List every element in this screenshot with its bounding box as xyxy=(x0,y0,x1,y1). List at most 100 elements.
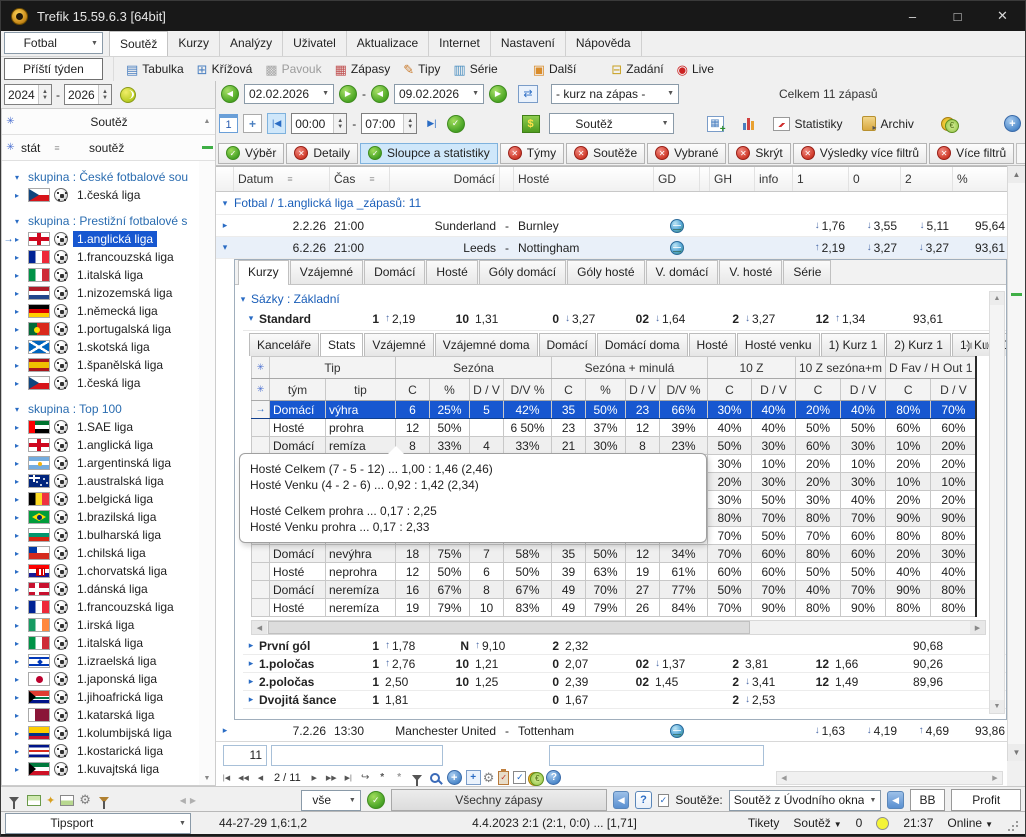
competition-scrollbar[interactable]: ▼ xyxy=(199,161,215,785)
scroll-right-icon[interactable]: ▶ xyxy=(988,772,1002,784)
sidebar-item-1-ceska-liga[interactable]: ▸ 1.česká liga xyxy=(2,186,199,204)
filter-badge-icon[interactable] xyxy=(98,797,109,809)
toolbar-overflow[interactable]: ▼ ◀ ▶ xyxy=(1016,142,1025,164)
column-header-cas[interactable]: Čas ≡ xyxy=(330,167,390,191)
transfer-icon[interactable]: ⇄ xyxy=(518,84,538,103)
statistics-button[interactable]: Statistiky xyxy=(772,116,843,131)
bar-chart-icon[interactable] xyxy=(742,117,754,130)
detail-tab-v-domaci[interactable]: V. domácí xyxy=(645,260,719,284)
bets-section-row[interactable]: ▾ Sázky : Základní xyxy=(235,285,1006,307)
standard-bet-row[interactable]: ▾ Standard 1 ↑ 2,19 10 1,31 0 ↓ 3,27 02 ↓ 1,64 2 ↓ 3,2… xyxy=(243,307,1006,331)
sidebar-item-1-anglicka-liga[interactable]: → ▸ 1.anglická liga xyxy=(2,230,199,248)
filter-icon[interactable] xyxy=(9,797,19,809)
scrollbar-thumb[interactable] xyxy=(268,621,751,634)
tickets-label[interactable]: Tikety xyxy=(748,816,780,830)
help-icon[interactable]: ? xyxy=(546,770,562,785)
date-from-select[interactable]: 02.02.2026 ▼ xyxy=(244,83,334,104)
filter-tab-vybrane[interactable]: ✕ Vybrané xyxy=(647,142,727,164)
sidebar-item-1-belgicka-liga[interactable]: ▸ 1.belgická liga xyxy=(2,490,199,508)
sidebar-item-1-nemecka-liga[interactable]: ▸ 1.německá liga xyxy=(2,302,199,320)
sidebar-item-1-sae-liga[interactable]: ▸ 1.SAE liga xyxy=(2,418,199,436)
spinner-arrows-icon[interactable]: ▲ ▼ xyxy=(98,85,111,104)
date-to-next-button[interactable]: ▶ xyxy=(489,84,507,103)
date-to-prev-button[interactable]: ◀ xyxy=(371,84,389,103)
expand-icon[interactable]: + xyxy=(243,114,262,133)
toolbar-button-serie[interactable]: ▥ Série xyxy=(453,62,497,76)
sidebar-group-header[interactable]: ▾ skupina : České fotbalové sou xyxy=(2,168,199,186)
column-header-gd[interactable]: GD xyxy=(654,167,700,191)
filter-tab-sloupce-a-statistiky[interactable]: ✓ Sloupce a statistiky xyxy=(360,142,498,164)
tennis-ball-icon[interactable] xyxy=(120,86,136,103)
filter-tab-detaily[interactable]: ✕ Detaily xyxy=(286,142,359,164)
sidebar-item-1-anglicka-liga[interactable]: ▸ 1.anglická liga xyxy=(2,436,199,454)
filter-input-2[interactable] xyxy=(549,745,764,766)
sidebar-group-header[interactable]: ▾ skupina : Prestižní fotbalové s xyxy=(2,212,199,230)
sidebar-item-1-kuvajtska-liga[interactable]: ▸ 1.kuvajtská liga xyxy=(2,760,199,778)
sidebar-item-1-katarska-liga[interactable]: ▸ 1.katarská liga xyxy=(2,706,199,724)
all-matches-button[interactable]: Všechny zápasy xyxy=(390,789,608,811)
menu-tab-napoveda[interactable]: Nápověda xyxy=(566,31,642,56)
question-icon[interactable]: ? xyxy=(635,791,652,809)
match-count-box[interactable]: 11 xyxy=(223,745,267,766)
column-header-domaci[interactable]: Domácí xyxy=(390,167,500,191)
menu-tab-soutez[interactable]: Soutěž xyxy=(109,31,169,56)
clipboard-icon[interactable] xyxy=(498,768,510,785)
sidebar-item-1-portugalska-liga[interactable]: ▸ 1.portugalská liga xyxy=(2,320,199,338)
expander-icon[interactable]: ▸ xyxy=(216,215,234,236)
year-to-spinner[interactable]: 2026 ▲ ▼ xyxy=(64,84,112,105)
sidebar-item-1-ceska-liga[interactable]: ▸ 1.česká liga xyxy=(2,374,199,392)
year-from-spinner[interactable]: 2024 ▲ ▼ xyxy=(4,84,52,105)
sidebar-item-1-bulharska-liga[interactable]: ▸ 1.bulharská liga xyxy=(2,526,199,544)
column-header-soutez[interactable]: soutěž xyxy=(81,141,199,155)
scroll-down-icon[interactable]: ▼ xyxy=(1008,744,1025,761)
bet-row-dvojita-sance[interactable]: ▸ Dvojitá šance 1 1,81 0 1,67 2 ↓ 2,53 xyxy=(243,691,1006,709)
competitions-checkbox[interactable]: ✓ xyxy=(657,793,670,807)
online-menu[interactable]: Online ▼ xyxy=(947,816,993,830)
menu-tab-aktualizace[interactable]: Aktualizace xyxy=(347,31,430,56)
sidebar-item-1-italska-liga[interactable]: ▸ 1.italská liga xyxy=(2,266,199,284)
bet-row-1-polocas[interactable]: ▸ 1.poločas 1 ↑ 2,76 10 1,21 0 2,07 02 ↓ 1,37 2 3,81 1… xyxy=(243,655,1006,673)
match-row-expanded[interactable]: ▾ 6.2.26 21:00 Leeds - Nottingham ↑ 2,19 ↓ 3,27 ↓ 3… xyxy=(216,237,1009,259)
time-from-spinner[interactable]: 00:00 ▲ ▼ xyxy=(291,113,348,134)
star-icon[interactable]: * xyxy=(375,770,390,785)
sidebar-item-1-nizozemska-liga[interactable]: ▸ 1.nizozemská liga xyxy=(2,284,199,302)
footer-horizontal-scrollbar[interactable]: ◀ ▶ xyxy=(776,771,1003,785)
skip-start-button[interactable]: |◀ xyxy=(267,113,287,134)
column-header-x[interactable] xyxy=(700,167,710,191)
subtab-vzajemne[interactable]: Vzájemné xyxy=(364,333,434,356)
sidebar-item-1-australska-liga[interactable]: ▸ 1.australská liga xyxy=(2,472,199,490)
bet-row-2-polocas[interactable]: ▸ 2.poločas 1 2,50 10 1,25 0 2,39 02 1,45 2 ↓ 3,41 12… xyxy=(243,673,1006,691)
spinner-arrows-icon[interactable]: ▲ ▼ xyxy=(403,114,417,133)
subtab-2-kurz-1[interactable]: 2) Kurz 1 xyxy=(886,333,951,356)
sidebar-group-header[interactable]: ▾ skupina : Top 100 xyxy=(2,400,199,418)
money-icon[interactable]: $ xyxy=(521,114,540,133)
wand-icon[interactable]: ✦ xyxy=(46,794,55,807)
asterisk-icon[interactable]: ✳ xyxy=(251,356,270,379)
sidebar-item-1-francouzska-liga[interactable]: ▸ 1.francouzská liga xyxy=(2,598,199,616)
sidebar-item-1-jihoafricka-liga[interactable]: ▸ 1.jihoafrická liga xyxy=(2,688,199,706)
split-panel-icon[interactable] xyxy=(27,794,41,806)
sidebar-item-1-chilska-liga[interactable]: ▸ 1.chilská liga xyxy=(2,544,199,562)
apply-left-icon[interactable]: ◀ xyxy=(887,791,904,809)
detail-tab-hoste[interactable]: Hosté xyxy=(426,260,478,284)
minimize-button[interactable]: – xyxy=(890,1,935,31)
subtab-vzajemne-doma[interactable]: Vzájemné doma xyxy=(434,333,538,356)
fast-back-button[interactable]: ◀◀ xyxy=(236,770,251,785)
first-record-button[interactable]: |◀ xyxy=(219,770,234,785)
expander-icon[interactable]: ▾ xyxy=(216,237,234,258)
zoom-plus-icon[interactable]: + xyxy=(446,770,462,785)
menu-tab-uzivatel[interactable]: Uživatel xyxy=(283,31,347,56)
odds-mode-select[interactable]: - kurz na zápas - ▼ xyxy=(551,83,679,104)
star-outline-icon[interactable]: * xyxy=(392,770,407,785)
prev-record-button[interactable]: ◀ xyxy=(253,770,268,785)
column-header-x[interactable] xyxy=(216,167,234,191)
sidebar-item-1-francouzska-liga[interactable]: ▸ 1.francouzská liga xyxy=(2,248,199,266)
archive-button[interactable]: Archiv xyxy=(861,116,914,132)
column-header-col[interactable]: % xyxy=(953,167,1009,191)
detail-tab-goly-hoste[interactable]: Góly hosté xyxy=(567,260,645,284)
coins-icon[interactable] xyxy=(528,770,545,786)
stats-row[interactable]: Domácí nevýhra 18 75% 7 58% 35 50% 12 34% 70% 60% 80… xyxy=(251,544,977,563)
column-header-1[interactable]: 1 xyxy=(793,167,849,191)
menu-tab-internet[interactable]: Internet xyxy=(429,31,491,56)
expander-icon[interactable]: ▸ xyxy=(216,720,234,741)
